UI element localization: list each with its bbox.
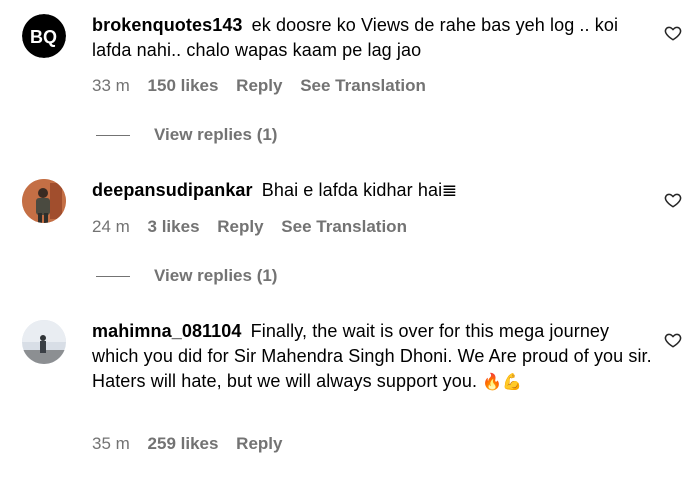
replies-divider — [96, 135, 130, 137]
avatar[interactable] — [22, 179, 66, 223]
avatar-logo-text: BQ — [30, 27, 57, 47]
see-translation-button[interactable]: See Translation — [300, 76, 426, 95]
avatar[interactable]: BQ — [22, 14, 66, 58]
comment-time[interactable]: 24 m — [92, 217, 130, 236]
avatar[interactable] — [22, 320, 66, 364]
reply-button[interactable]: Reply — [236, 434, 282, 453]
username[interactable]: brokenquotes143 — [92, 15, 243, 35]
replies-divider — [96, 276, 130, 278]
comment-text: deepansudipankar Bhai e lafda kidhar hai… — [92, 178, 652, 204]
emoji: 𝌆 — [442, 183, 457, 200]
see-translation-button[interactable]: See Translation — [281, 217, 407, 236]
view-replies-label: View replies (1) — [154, 125, 278, 144]
comment-time[interactable]: 35 m — [92, 434, 130, 453]
reply-button[interactable]: Reply — [217, 217, 263, 236]
heart-outline-icon[interactable] — [664, 191, 682, 209]
view-replies-button[interactable]: View replies (1) — [96, 265, 277, 287]
reply-button[interactable]: Reply — [236, 76, 282, 95]
heart-outline-icon[interactable] — [664, 331, 682, 349]
likes-count[interactable]: 150 likes — [148, 76, 219, 95]
comment-time[interactable]: 33 m — [92, 76, 130, 95]
comment-meta: 35 m 259 likes Reply — [92, 433, 295, 455]
view-replies-button[interactable]: View replies (1) — [96, 124, 277, 146]
likes-count[interactable]: 3 likes — [148, 217, 200, 236]
username[interactable]: deepansudipankar — [92, 180, 253, 200]
comment-text: brokenquotes143 ek doosre ko Views de ra… — [92, 13, 652, 63]
comment-meta: 33 m 150 likes Reply See Translation — [92, 75, 439, 97]
emoji: 🔥💪 — [482, 374, 523, 391]
view-replies-label: View replies (1) — [154, 266, 278, 285]
heart-outline-icon[interactable] — [664, 24, 682, 42]
comment-text: mahimna_081104 Finally, the wait is over… — [92, 319, 652, 395]
comment-meta: 24 m 3 likes Reply See Translation — [92, 216, 420, 238]
username[interactable]: mahimna_081104 — [92, 321, 242, 341]
likes-count[interactable]: 259 likes — [148, 434, 219, 453]
comment-body: Bhai e lafda kidhar hai — [261, 180, 443, 200]
